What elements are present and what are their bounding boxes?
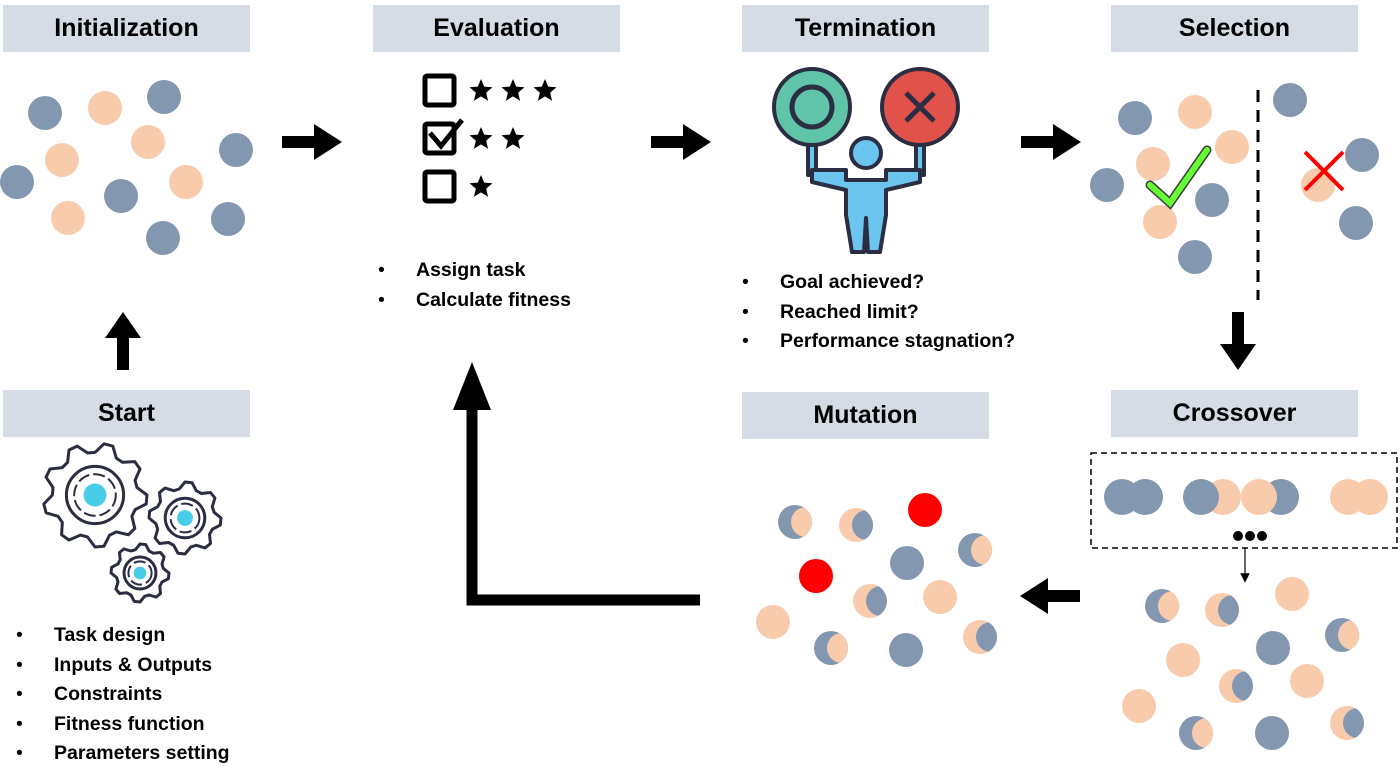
star-icon xyxy=(469,175,493,197)
population-circle xyxy=(0,165,34,199)
mutation-circle xyxy=(923,580,957,614)
gears-icon xyxy=(42,442,223,604)
offspring-circle xyxy=(1122,689,1156,723)
mutated-circle xyxy=(799,559,833,593)
population-circle xyxy=(211,202,245,236)
arrow-term-to-select xyxy=(1021,124,1081,160)
population-circle xyxy=(147,80,181,114)
ellipsis-icon xyxy=(1233,531,1267,541)
population-circle xyxy=(88,91,122,125)
population-circle xyxy=(131,125,165,159)
mutation-circle xyxy=(814,631,848,665)
list-item: Reached limit? xyxy=(742,298,1015,328)
selected-circle xyxy=(1215,130,1249,164)
checkbox-icon xyxy=(422,169,457,204)
checkbox-icon xyxy=(422,73,457,108)
list-item: Performance stagnation? xyxy=(742,327,1015,357)
offspring-circle xyxy=(1330,706,1364,740)
selected-circle xyxy=(1301,168,1335,202)
offspring-circle xyxy=(1256,631,1290,665)
evaluation-icons xyxy=(422,73,464,204)
mutation-circle xyxy=(963,620,997,654)
offspring-circle xyxy=(1255,716,1289,750)
selected-circle xyxy=(1178,240,1212,274)
selected-circle xyxy=(1136,147,1170,181)
offspring-circle xyxy=(1179,716,1213,750)
star-icon xyxy=(469,79,493,101)
star-icon xyxy=(501,79,525,101)
mutation-circle xyxy=(853,584,887,618)
parent-pair xyxy=(1241,479,1299,515)
star-icon xyxy=(501,127,525,149)
parent-pair xyxy=(1104,479,1163,515)
person-holding-signs-icon xyxy=(772,67,960,254)
stage-header-mutation: Mutation xyxy=(742,392,989,439)
population-circle xyxy=(219,133,253,167)
selected-circle xyxy=(1345,138,1379,172)
star-icon xyxy=(469,127,493,149)
offspring-circle xyxy=(1290,664,1324,698)
star-rating-icons xyxy=(469,79,557,197)
stage-header-initialization: Initialization xyxy=(3,5,250,52)
mutation-circle xyxy=(890,546,924,580)
selected-circle xyxy=(1143,205,1177,239)
mutation-circle xyxy=(889,633,923,667)
arrow-mutation-to-evaluation xyxy=(453,362,700,606)
mutation-circle xyxy=(778,505,812,539)
arrow-select-to-crossover xyxy=(1220,312,1256,370)
list-item: Inputs & Outputs xyxy=(16,651,230,681)
selected-circle xyxy=(1195,183,1229,217)
list-item: Task design xyxy=(16,621,230,651)
mutation-circle xyxy=(958,533,992,567)
stage-header-evaluation: Evaluation xyxy=(373,5,620,52)
population-circle xyxy=(45,143,79,177)
mutation-circle xyxy=(756,605,790,639)
star-icon xyxy=(533,79,557,101)
population-circle xyxy=(146,221,180,255)
selected-circle xyxy=(1090,168,1124,202)
offspring-circle xyxy=(1219,669,1253,703)
stage-header-termination: Termination xyxy=(742,5,989,52)
list-item: Goal achieved? xyxy=(742,268,1015,298)
selected-circle xyxy=(1178,95,1212,129)
arrow-crossover-to-mutation xyxy=(1020,578,1080,614)
population-circle xyxy=(104,179,138,213)
selected-circle xyxy=(1273,83,1307,117)
list-item: Parameters setting xyxy=(16,739,230,769)
population-circle xyxy=(51,201,85,235)
mutated-circle xyxy=(908,493,942,527)
start-bullets: Task design Inputs & Outputs Constraints… xyxy=(16,621,230,769)
arrow-init-to-eval xyxy=(282,124,342,160)
offspring-circle xyxy=(1325,618,1359,652)
stage-header-start: Start xyxy=(3,390,250,437)
list-item: Fitness function xyxy=(16,710,230,740)
list-item: Constraints xyxy=(16,680,230,710)
stage-header-selection: Selection xyxy=(1111,5,1358,52)
list-item: Calculate fitness xyxy=(378,286,571,316)
arrow-eval-to-term xyxy=(651,124,711,160)
selected-circle xyxy=(1339,206,1373,240)
population-circle xyxy=(28,96,62,130)
offspring-circle xyxy=(1166,643,1200,677)
parent-pair xyxy=(1183,479,1241,515)
population-circle xyxy=(169,165,203,199)
termination-bullets: Goal achieved? Reached limit? Performanc… xyxy=(742,268,1015,357)
arrow-start-to-init xyxy=(105,312,141,370)
parent-pair xyxy=(1330,479,1388,515)
list-item: Assign task xyxy=(378,256,571,286)
offspring-circle xyxy=(1275,577,1309,611)
offspring-circle xyxy=(1145,589,1179,623)
selected-circle xyxy=(1118,101,1152,135)
mutation-circle xyxy=(839,508,873,542)
offspring-circle xyxy=(1205,593,1239,627)
stage-header-crossover: Crossover xyxy=(1111,390,1358,437)
evaluation-bullets: Assign task Calculate fitness xyxy=(378,256,571,315)
